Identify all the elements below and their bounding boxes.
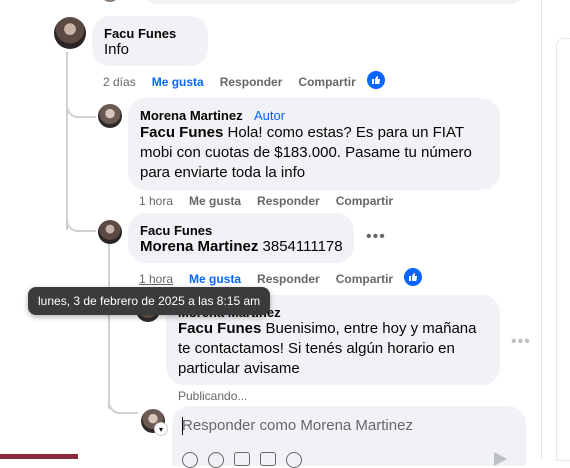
camera-icon[interactable]	[208, 452, 224, 468]
comment-bubble: Facu Funes Info	[92, 16, 208, 66]
publishing-status: Publicando...	[178, 389, 248, 403]
reply-composer: Responder como Morena Martinez	[172, 406, 526, 468]
comment-text: Info	[104, 41, 130, 58]
avatar-facu-funes[interactable]	[54, 17, 86, 49]
more-options-icon[interactable]: •••	[366, 228, 386, 246]
mention-link[interactable]: Morena Martinez	[140, 238, 258, 255]
reply-actions: 1 hora Me gusta Responder Compartir	[139, 194, 393, 208]
comment-time[interactable]: 2 días	[103, 75, 136, 89]
like-reaction-icon[interactable]	[404, 268, 422, 286]
reply-time[interactable]: 1 hora	[139, 272, 173, 286]
reply-author[interactable]: Facu Funes	[140, 223, 212, 238]
thread-line-sub	[108, 244, 110, 409]
comment-author[interactable]: Facu Funes	[104, 26, 176, 41]
right-panel-card	[556, 38, 570, 461]
like-reaction-icon[interactable]	[367, 71, 385, 89]
bottom-bar-strip	[0, 454, 78, 459]
reply-text-wrap: Facu Funes Buenisimo, entre hoy y mañana…	[178, 319, 492, 379]
comment-actions: 2 días Me gusta Responder Compartir	[103, 75, 356, 89]
gif-icon[interactable]	[234, 452, 250, 466]
reply-button[interactable]: Responder	[257, 272, 320, 286]
avatar-facu-funes[interactable]	[98, 220, 122, 244]
share-button[interactable]: Compartir	[336, 194, 393, 208]
reply-text-wrap: Facu Funes Hola! como estas? Es para un …	[140, 123, 492, 183]
right-panel-divider	[541, 0, 542, 459]
previous-avatar-edge	[101, 0, 119, 2]
thread-curve-1	[66, 96, 96, 118]
composer-toolbar	[182, 452, 302, 468]
previous-bubble-edge	[140, 0, 528, 4]
author-badge: Autor	[254, 108, 286, 123]
share-button[interactable]: Compartir	[336, 272, 393, 286]
mention-link[interactable]: Facu Funes	[178, 320, 261, 337]
reply-text: 3854111178	[258, 238, 343, 255]
like-button[interactable]: Me gusta	[189, 194, 241, 208]
reply-button[interactable]: Responder	[257, 194, 320, 208]
reply-bubble: Morena Martinez Autor Facu Funes Hola! c…	[128, 98, 500, 190]
reply-button[interactable]: Responder	[220, 75, 283, 89]
reply-input[interactable]: Responder como Morena Martinez	[182, 417, 413, 434]
thread-curve-3	[108, 396, 138, 414]
chevron-down-icon[interactable]: ▾	[154, 422, 168, 436]
like-button[interactable]: Me gusta	[152, 75, 204, 89]
like-button[interactable]: Me gusta	[189, 272, 241, 286]
reply-time[interactable]: 1 hora	[139, 194, 173, 208]
send-icon[interactable]	[494, 452, 507, 466]
mention-link[interactable]: Facu Funes	[140, 124, 223, 141]
reply-author[interactable]: Morena Martinez	[140, 108, 243, 123]
avatar-morena-martinez[interactable]	[98, 104, 122, 128]
share-button[interactable]: Compartir	[298, 75, 355, 89]
thread-line-main	[66, 52, 68, 230]
emoji-icon[interactable]	[182, 452, 198, 468]
timestamp-tooltip: lunes, 3 de febrero de 2025 a las 8:15 a…	[28, 287, 271, 315]
reply-actions: 1 hora Me gusta Responder Compartir	[139, 272, 393, 286]
reply-bubble: Facu Funes Morena Martinez 3854111178	[128, 213, 354, 263]
thread-curve-2	[66, 210, 96, 232]
reply-text-wrap: Morena Martinez 3854111178	[140, 237, 343, 257]
more-options-icon[interactable]: •••	[511, 333, 531, 351]
sticker-icon[interactable]	[260, 452, 276, 466]
avatar-sticker-icon[interactable]	[286, 452, 302, 468]
